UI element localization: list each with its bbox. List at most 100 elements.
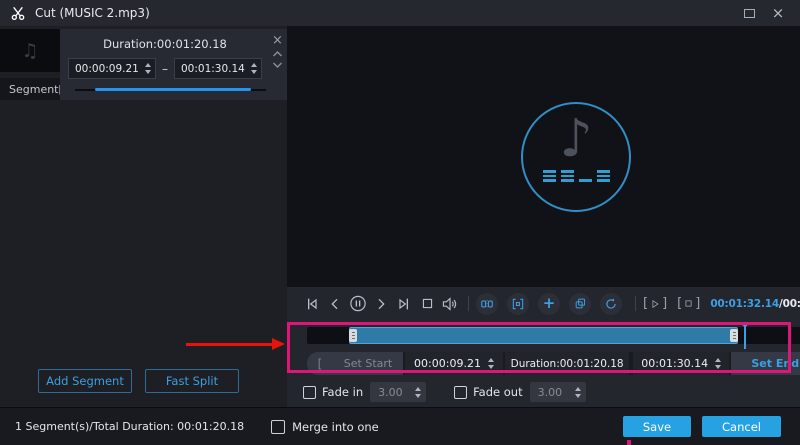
fade-out-spinner[interactable] bbox=[574, 386, 581, 398]
fade-in-label: Fade in bbox=[322, 385, 364, 399]
cut-dialog-window: Cut (MUSIC 2.mp3) × ♫ Segment[1] Duratio… bbox=[0, 0, 800, 445]
range-dash: – bbox=[162, 61, 168, 76]
trim-start-handle[interactable] bbox=[349, 328, 357, 342]
footer-bar: 1 Segment(s)/Total Duration: 00:01:20.18… bbox=[0, 407, 800, 445]
transport-bar: + [ ] [ ] 00:01:32.14/00 bbox=[287, 287, 800, 320]
trim-bar-row: [ Set Start 00:00:09.21 Duration:00:01:2… bbox=[287, 350, 800, 377]
maximize-button[interactable] bbox=[739, 3, 759, 23]
segments-status-text: 1 Segment(s)/Total Duration: 00:01:20.18 bbox=[15, 420, 245, 433]
fade-out-label: Fade out bbox=[473, 385, 523, 399]
fast-split-button[interactable]: Fast Split bbox=[145, 369, 239, 393]
trim-start-input[interactable]: 00:00:09.21 bbox=[403, 352, 503, 375]
fade-in-spinner[interactable] bbox=[415, 386, 422, 398]
trim-start-spinner[interactable] bbox=[487, 358, 494, 369]
set-end-button[interactable]: Set End bbox=[731, 357, 800, 370]
play-segment-button[interactable]: [ ] bbox=[643, 296, 667, 311]
spinner-up-icon bbox=[574, 386, 581, 391]
spinner-down-icon bbox=[415, 393, 422, 398]
stop-icon bbox=[685, 300, 692, 307]
fade-out-input[interactable]: 3.00 bbox=[529, 382, 586, 402]
fade-row: Fade in 3.00 Fade out 3.00 bbox=[287, 377, 800, 407]
spinner-down-icon bbox=[715, 365, 722, 369]
play-icon bbox=[652, 299, 659, 308]
spinner-up-icon bbox=[715, 358, 722, 362]
equalizer-icon bbox=[542, 170, 610, 182]
plus-icon: + bbox=[542, 294, 556, 312]
total-time: /00:01:40.02 bbox=[778, 297, 800, 310]
window-title: Cut (MUSIC 2.mp3) bbox=[35, 6, 150, 20]
segment-progress bbox=[68, 88, 266, 92]
segment-move-down-icon[interactable] bbox=[272, 61, 283, 69]
segment-start-spinner[interactable] bbox=[145, 63, 151, 74]
segment-end-value: 00:01:30.14 bbox=[181, 62, 245, 75]
fade-out-value: 3.00 bbox=[537, 385, 563, 399]
stop-icon[interactable] bbox=[418, 295, 436, 313]
trim-end-input[interactable]: 00:01:30.14 bbox=[631, 352, 732, 375]
segment-start-value: 00:00:09.21 bbox=[75, 62, 139, 75]
playhead-line bbox=[744, 324, 746, 349]
audio-placeholder-icon: ♪ bbox=[521, 101, 632, 212]
timeline-row bbox=[287, 320, 800, 350]
segment-list-panel: ♫ Segment[1] Duration:00:01:20.18 00:00:… bbox=[0, 26, 288, 407]
spinner-down-icon bbox=[574, 393, 581, 398]
stop-segment-button[interactable]: [ ] bbox=[677, 296, 700, 311]
merge-into-one-checkbox[interactable] bbox=[271, 419, 286, 434]
reset-button[interactable] bbox=[600, 292, 622, 315]
segment-end-spinner[interactable] bbox=[251, 63, 257, 74]
playhead[interactable] bbox=[739, 321, 751, 349]
maximize-icon bbox=[743, 8, 755, 18]
close-icon: × bbox=[771, 3, 785, 22]
segment-start-input[interactable]: 00:00:09.21 bbox=[68, 58, 156, 79]
pause-icon[interactable] bbox=[349, 295, 367, 313]
add-button[interactable]: + bbox=[538, 292, 560, 315]
timeline-track[interactable] bbox=[307, 321, 800, 349]
save-button[interactable]: Save bbox=[623, 416, 691, 437]
spinner-up-icon bbox=[251, 63, 257, 67]
playback-time: 00:01:32.14/00:01:40.02 bbox=[710, 298, 800, 310]
preview-panel: ♪ + [] [] 00:01:32.14/00 [Set Start 0… bbox=[287, 26, 800, 407]
segment-thumbnail[interactable]: ♫ bbox=[0, 29, 60, 72]
duplicate-button[interactable] bbox=[569, 292, 591, 315]
segment-item[interactable]: ♫ Segment[1] Duration:00:01:20.18 00:00:… bbox=[0, 29, 288, 100]
timeline-selection[interactable] bbox=[349, 326, 738, 344]
skip-to-end-icon[interactable] bbox=[395, 295, 413, 313]
fade-out-checkbox[interactable] bbox=[454, 385, 468, 399]
media-preview: ♪ bbox=[287, 26, 800, 287]
trim-duration-text: Duration:00:01:20.18 bbox=[503, 352, 632, 375]
pink-mark-annotation bbox=[627, 440, 631, 445]
segment-progress-fill bbox=[95, 88, 251, 91]
spinner-down-icon bbox=[145, 70, 151, 74]
step-back-icon[interactable] bbox=[326, 295, 344, 313]
skip-to-start-icon[interactable] bbox=[303, 295, 321, 313]
separator bbox=[635, 296, 636, 311]
separator bbox=[468, 296, 469, 311]
close-button[interactable]: × bbox=[768, 3, 788, 23]
title-bar: Cut (MUSIC 2.mp3) × bbox=[0, 0, 800, 26]
spinner-down-icon bbox=[251, 70, 257, 74]
step-forward-icon[interactable] bbox=[372, 295, 390, 313]
segment-duration-text: Duration:00:01:20.18 bbox=[103, 37, 227, 51]
spinner-up-icon bbox=[415, 386, 422, 391]
cancel-button[interactable]: Cancel bbox=[702, 416, 781, 437]
volume-icon[interactable] bbox=[441, 295, 459, 313]
segment-delete-icon[interactable]: × bbox=[272, 34, 283, 47]
scissors-icon bbox=[10, 5, 26, 21]
segment-end-input[interactable]: 00:01:30.14 bbox=[174, 58, 262, 79]
merge-into-one-label: Merge into one bbox=[292, 419, 379, 434]
segment-move-up-icon[interactable] bbox=[272, 50, 283, 58]
segment-label: Segment[1] bbox=[0, 78, 74, 100]
set-start-button[interactable]: Set Start bbox=[333, 357, 403, 370]
spinner-up-icon bbox=[487, 358, 494, 362]
select-segment-button[interactable] bbox=[507, 292, 529, 315]
right-bracket-icon: ] bbox=[695, 296, 701, 311]
split-button[interactable] bbox=[476, 292, 498, 315]
add-segment-button[interactable]: Add Segment bbox=[38, 369, 132, 393]
trim-end-value: 00:01:30.14 bbox=[641, 357, 709, 370]
music-note-icon: ♪ bbox=[559, 108, 593, 169]
segment-card: Duration:00:01:20.18 00:00:09.21 – 00:01… bbox=[60, 29, 288, 100]
trim-end-handle[interactable] bbox=[730, 328, 738, 342]
fade-in-input[interactable]: 3.00 bbox=[370, 382, 427, 402]
trim-end-spinner[interactable] bbox=[715, 358, 722, 369]
fade-in-checkbox[interactable] bbox=[303, 385, 316, 399]
left-bracket-icon: [ bbox=[677, 296, 683, 311]
